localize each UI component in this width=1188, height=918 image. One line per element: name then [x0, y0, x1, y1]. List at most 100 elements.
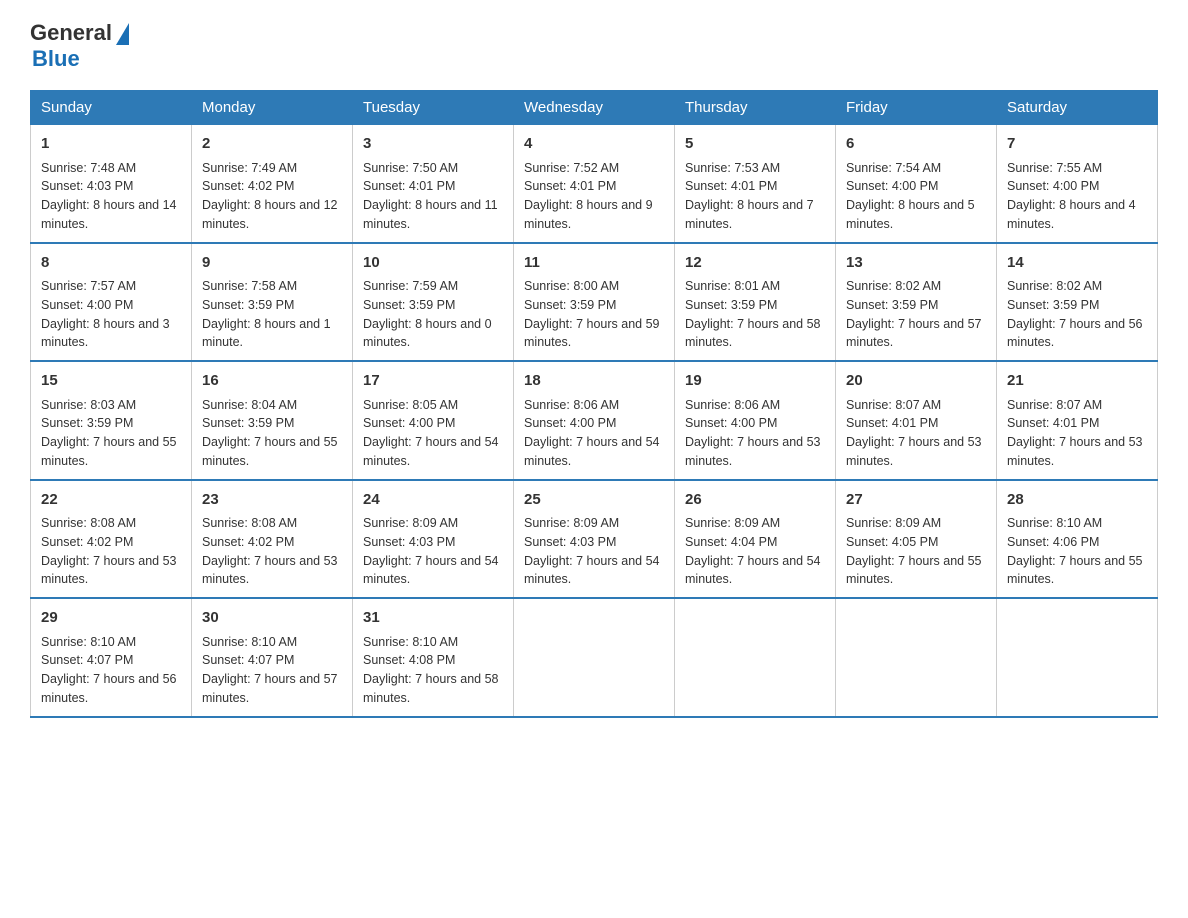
calendar-day-cell: 15 Sunrise: 8:03 AMSunset: 3:59 PMDaylig… — [31, 361, 192, 480]
calendar-week-row: 1 Sunrise: 7:48 AMSunset: 4:03 PMDayligh… — [31, 125, 1158, 243]
calendar-day-cell — [514, 598, 675, 717]
calendar-day-cell: 23 Sunrise: 8:08 AMSunset: 4:02 PMDaylig… — [192, 480, 353, 599]
calendar-table: SundayMondayTuesdayWednesdayThursdayFrid… — [30, 90, 1158, 718]
day-info: Sunrise: 8:09 AMSunset: 4:03 PMDaylight:… — [363, 514, 503, 589]
calendar-day-cell — [675, 598, 836, 717]
day-info: Sunrise: 8:03 AMSunset: 3:59 PMDaylight:… — [41, 396, 181, 471]
day-number: 27 — [846, 489, 986, 512]
day-of-week-header: Friday — [836, 91, 997, 125]
day-number: 14 — [1007, 252, 1147, 275]
day-of-week-header: Monday — [192, 91, 353, 125]
calendar-day-cell: 12 Sunrise: 8:01 AMSunset: 3:59 PMDaylig… — [675, 243, 836, 362]
day-info: Sunrise: 8:10 AMSunset: 4:08 PMDaylight:… — [363, 633, 503, 708]
calendar-day-cell: 11 Sunrise: 8:00 AMSunset: 3:59 PMDaylig… — [514, 243, 675, 362]
day-info: Sunrise: 7:53 AMSunset: 4:01 PMDaylight:… — [685, 159, 825, 234]
day-number: 24 — [363, 489, 503, 512]
calendar-day-cell: 31 Sunrise: 8:10 AMSunset: 4:08 PMDaylig… — [353, 598, 514, 717]
day-info: Sunrise: 8:09 AMSunset: 4:05 PMDaylight:… — [846, 514, 986, 589]
day-info: Sunrise: 7:54 AMSunset: 4:00 PMDaylight:… — [846, 159, 986, 234]
day-number: 23 — [202, 489, 342, 512]
calendar-day-cell — [997, 598, 1158, 717]
day-number: 28 — [1007, 489, 1147, 512]
calendar-day-cell: 19 Sunrise: 8:06 AMSunset: 4:00 PMDaylig… — [675, 361, 836, 480]
day-number: 13 — [846, 252, 986, 275]
day-number: 12 — [685, 252, 825, 275]
day-number: 29 — [41, 607, 181, 630]
day-number: 17 — [363, 370, 503, 393]
day-info: Sunrise: 8:05 AMSunset: 4:00 PMDaylight:… — [363, 396, 503, 471]
calendar-day-cell: 13 Sunrise: 8:02 AMSunset: 3:59 PMDaylig… — [836, 243, 997, 362]
calendar-day-cell: 2 Sunrise: 7:49 AMSunset: 4:02 PMDayligh… — [192, 125, 353, 243]
day-info: Sunrise: 7:49 AMSunset: 4:02 PMDaylight:… — [202, 159, 342, 234]
calendar-day-cell: 5 Sunrise: 7:53 AMSunset: 4:01 PMDayligh… — [675, 125, 836, 243]
page-header: General Blue — [30, 20, 1158, 72]
logo-arrow-icon — [116, 23, 129, 45]
day-of-week-header: Tuesday — [353, 91, 514, 125]
day-number: 16 — [202, 370, 342, 393]
calendar-day-cell: 21 Sunrise: 8:07 AMSunset: 4:01 PMDaylig… — [997, 361, 1158, 480]
calendar-day-cell: 14 Sunrise: 8:02 AMSunset: 3:59 PMDaylig… — [997, 243, 1158, 362]
day-number: 8 — [41, 252, 181, 275]
day-number: 4 — [524, 133, 664, 156]
day-number: 30 — [202, 607, 342, 630]
day-number: 3 — [363, 133, 503, 156]
logo: General Blue — [30, 20, 129, 72]
day-info: Sunrise: 8:10 AMSunset: 4:06 PMDaylight:… — [1007, 514, 1147, 589]
day-info: Sunrise: 8:09 AMSunset: 4:03 PMDaylight:… — [524, 514, 664, 589]
calendar-day-cell: 16 Sunrise: 8:04 AMSunset: 3:59 PMDaylig… — [192, 361, 353, 480]
calendar-day-cell: 1 Sunrise: 7:48 AMSunset: 4:03 PMDayligh… — [31, 125, 192, 243]
day-info: Sunrise: 8:08 AMSunset: 4:02 PMDaylight:… — [202, 514, 342, 589]
calendar-day-cell: 24 Sunrise: 8:09 AMSunset: 4:03 PMDaylig… — [353, 480, 514, 599]
calendar-day-cell: 28 Sunrise: 8:10 AMSunset: 4:06 PMDaylig… — [997, 480, 1158, 599]
day-info: Sunrise: 8:10 AMSunset: 4:07 PMDaylight:… — [202, 633, 342, 708]
day-number: 25 — [524, 489, 664, 512]
calendar-day-cell: 10 Sunrise: 7:59 AMSunset: 3:59 PMDaylig… — [353, 243, 514, 362]
calendar-day-cell: 26 Sunrise: 8:09 AMSunset: 4:04 PMDaylig… — [675, 480, 836, 599]
calendar-week-row: 29 Sunrise: 8:10 AMSunset: 4:07 PMDaylig… — [31, 598, 1158, 717]
day-number: 31 — [363, 607, 503, 630]
logo-blue-text: Blue — [32, 46, 80, 72]
day-info: Sunrise: 8:06 AMSunset: 4:00 PMDaylight:… — [685, 396, 825, 471]
day-info: Sunrise: 7:50 AMSunset: 4:01 PMDaylight:… — [363, 159, 503, 234]
day-info: Sunrise: 7:57 AMSunset: 4:00 PMDaylight:… — [41, 277, 181, 352]
calendar-day-cell: 22 Sunrise: 8:08 AMSunset: 4:02 PMDaylig… — [31, 480, 192, 599]
calendar-day-cell — [836, 598, 997, 717]
calendar-day-cell: 3 Sunrise: 7:50 AMSunset: 4:01 PMDayligh… — [353, 125, 514, 243]
calendar-day-cell: 6 Sunrise: 7:54 AMSunset: 4:00 PMDayligh… — [836, 125, 997, 243]
day-number: 10 — [363, 252, 503, 275]
day-info: Sunrise: 8:06 AMSunset: 4:00 PMDaylight:… — [524, 396, 664, 471]
logo-general-text: General — [30, 20, 112, 46]
day-info: Sunrise: 7:55 AMSunset: 4:00 PMDaylight:… — [1007, 159, 1147, 234]
day-number: 15 — [41, 370, 181, 393]
day-info: Sunrise: 7:48 AMSunset: 4:03 PMDaylight:… — [41, 159, 181, 234]
day-number: 5 — [685, 133, 825, 156]
calendar-week-row: 8 Sunrise: 7:57 AMSunset: 4:00 PMDayligh… — [31, 243, 1158, 362]
calendar-day-cell: 27 Sunrise: 8:09 AMSunset: 4:05 PMDaylig… — [836, 480, 997, 599]
day-info: Sunrise: 8:07 AMSunset: 4:01 PMDaylight:… — [846, 396, 986, 471]
day-info: Sunrise: 8:00 AMSunset: 3:59 PMDaylight:… — [524, 277, 664, 352]
day-number: 18 — [524, 370, 664, 393]
day-number: 11 — [524, 252, 664, 275]
day-info: Sunrise: 7:58 AMSunset: 3:59 PMDaylight:… — [202, 277, 342, 352]
day-number: 26 — [685, 489, 825, 512]
day-number: 20 — [846, 370, 986, 393]
calendar-week-row: 15 Sunrise: 8:03 AMSunset: 3:59 PMDaylig… — [31, 361, 1158, 480]
day-number: 1 — [41, 133, 181, 156]
day-of-week-header: Thursday — [675, 91, 836, 125]
day-number: 9 — [202, 252, 342, 275]
calendar-header-row: SundayMondayTuesdayWednesdayThursdayFrid… — [31, 91, 1158, 125]
calendar-day-cell: 30 Sunrise: 8:10 AMSunset: 4:07 PMDaylig… — [192, 598, 353, 717]
calendar-day-cell: 17 Sunrise: 8:05 AMSunset: 4:00 PMDaylig… — [353, 361, 514, 480]
day-number: 22 — [41, 489, 181, 512]
calendar-day-cell: 29 Sunrise: 8:10 AMSunset: 4:07 PMDaylig… — [31, 598, 192, 717]
calendar-day-cell: 18 Sunrise: 8:06 AMSunset: 4:00 PMDaylig… — [514, 361, 675, 480]
day-of-week-header: Wednesday — [514, 91, 675, 125]
day-info: Sunrise: 8:02 AMSunset: 3:59 PMDaylight:… — [846, 277, 986, 352]
day-info: Sunrise: 7:59 AMSunset: 3:59 PMDaylight:… — [363, 277, 503, 352]
calendar-day-cell: 25 Sunrise: 8:09 AMSunset: 4:03 PMDaylig… — [514, 480, 675, 599]
day-info: Sunrise: 8:02 AMSunset: 3:59 PMDaylight:… — [1007, 277, 1147, 352]
calendar-day-cell: 7 Sunrise: 7:55 AMSunset: 4:00 PMDayligh… — [997, 125, 1158, 243]
calendar-day-cell: 20 Sunrise: 8:07 AMSunset: 4:01 PMDaylig… — [836, 361, 997, 480]
calendar-day-cell: 4 Sunrise: 7:52 AMSunset: 4:01 PMDayligh… — [514, 125, 675, 243]
day-info: Sunrise: 8:07 AMSunset: 4:01 PMDaylight:… — [1007, 396, 1147, 471]
